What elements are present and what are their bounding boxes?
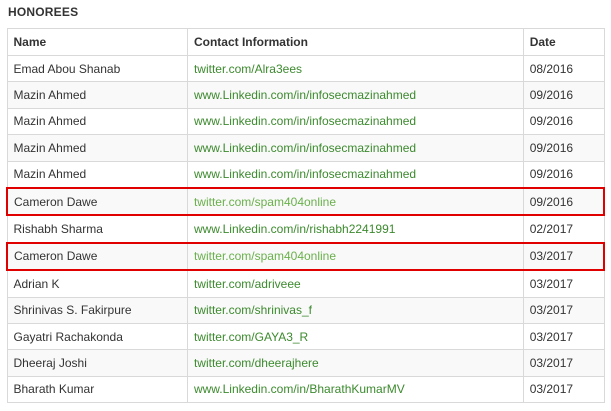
cell-date: 03/2017 [522,269,605,298]
cell-contact: www.Linkedin.com/in/infosecmazinahmed [186,134,524,162]
cell-date: 09/2016 [522,134,605,162]
cell-contact: twitter.com/GAYA3_R [186,322,524,351]
cell-name: Mazin Ahmed [6,107,188,136]
contact-link[interactable]: twitter.com/GAYA3_R [194,330,308,344]
table-row: Bharath Kumar www.Linkedin.com/in/Bharath… [6,375,605,404]
cell-name: Mazin Ahmed [6,81,188,109]
cell-contact: twitter.com/dheerajhere [186,349,524,377]
cell-name: Cameron Dawe [5,186,188,217]
cell-contact: www.Linkedin.com/in/BharathKumarMV [186,375,524,404]
cell-date: 09/2016 [522,81,605,109]
cell-date: 03/2017 [522,322,605,351]
table-row: Emad Abou Shanab twitter.com/Alra3ees 08/2… [6,54,605,83]
cell-date: 03/2017 [522,375,605,404]
cell-name: Mazin Ahmed [6,160,188,189]
contact-link[interactable]: www.Linkedin.com/in/BharathKumarMV [194,382,405,396]
table-row-highlighted: Cameron Dawe twitter.com/spam404online 09/… [5,186,605,217]
cell-name: Bharath Kumar [6,375,188,404]
table-row: Mazin Ahmed www.Linkedin.com/in/infosecma… [6,134,605,162]
contact-link[interactable]: twitter.com/dheerajhere [194,356,319,370]
table-body: Emad Abou Shanab twitter.com/Alra3ees 08/2… [5,54,605,404]
cell-date: 09/2016 [522,160,605,189]
cell-name: Dheeraj Joshi [6,349,188,377]
table-row: Rishabh Sharma www.Linkedin.com/in/rishab… [6,214,605,244]
contact-link[interactable]: twitter.com/shrinivas_f [194,303,312,317]
cell-contact: twitter.com/Alra3ees [186,54,524,83]
cell-contact: www.Linkedin.com/in/infosecmazinahmed [186,81,524,109]
column-header-date: Date [522,28,605,56]
section-title: HONOREES [8,5,79,19]
contact-link[interactable]: www.Linkedin.com/in/infosecmazinahmed [194,88,416,102]
cell-name: Mazin Ahmed [6,134,188,162]
cell-name: Cameron Dawe [5,241,188,272]
cell-date: 09/2016 [522,107,605,136]
table-row: Gayatri Rachakonda twitter.com/GAYA3_R 03/… [6,322,605,351]
cell-name: Gayatri Rachakonda [6,322,188,351]
contact-link[interactable]: www.Linkedin.com/in/rishabh2241991 [194,222,395,236]
cell-date: 03/2017 [522,241,605,272]
cell-contact: www.Linkedin.com/in/rishabh2241991 [186,214,524,244]
contact-link[interactable]: www.Linkedin.com/in/infosecmazinahmed [194,141,416,155]
table-header-row: Name Contact Information Date [6,28,605,56]
cell-contact: twitter.com/spam404online [186,186,524,217]
table-row-highlighted: Cameron Dawe twitter.com/spam404online 03/… [5,241,605,272]
cell-date: 08/2016 [522,54,605,83]
contact-link[interactable]: twitter.com/adriveee [194,277,301,291]
cell-date: 03/2017 [522,349,605,377]
table-row: Shrinivas S. Fakirpure twitter.com/shrini… [6,296,605,324]
cell-name: Emad Abou Shanab [6,54,188,83]
cell-date: 09/2016 [522,186,605,217]
contact-link[interactable]: www.Linkedin.com/in/infosecmazinahmed [194,114,416,128]
table-row: Mazin Ahmed www.Linkedin.com/in/infosecma… [6,160,605,189]
cell-contact: twitter.com/adriveee [186,269,524,298]
cell-name: Rishabh Sharma [6,214,188,244]
contact-link[interactable]: twitter.com/spam404online [194,195,336,209]
cell-contact: twitter.com/spam404online [186,241,524,272]
cell-contact: twitter.com/shrinivas_f [186,296,524,324]
cell-contact: www.Linkedin.com/in/infosecmazinahmed [186,107,524,136]
table-row: Adrian K twitter.com/adriveee 03/2017 [6,269,605,298]
table-row: Mazin Ahmed www.Linkedin.com/in/infosecma… [6,107,605,136]
cell-contact: www.Linkedin.com/in/infosecmazinahmed [186,160,524,189]
column-header-contact: Contact Information [186,28,524,56]
honorees-table: Name Contact Information Date Emad Abou … [5,28,605,404]
cell-date: 03/2017 [522,296,605,324]
cell-date: 02/2017 [522,214,605,244]
contact-link[interactable]: twitter.com/Alra3ees [194,62,302,76]
contact-link[interactable]: www.Linkedin.com/in/infosecmazinahmed [194,167,416,181]
table-row: Dheeraj Joshi twitter.com/dheerajhere 03/2… [6,349,605,377]
table-row: Mazin Ahmed www.Linkedin.com/in/infosecma… [6,81,605,109]
column-header-name: Name [6,28,188,56]
cell-name: Adrian K [6,269,188,298]
cell-name: Shrinivas S. Fakirpure [6,296,188,324]
contact-link[interactable]: twitter.com/spam404online [194,249,336,263]
